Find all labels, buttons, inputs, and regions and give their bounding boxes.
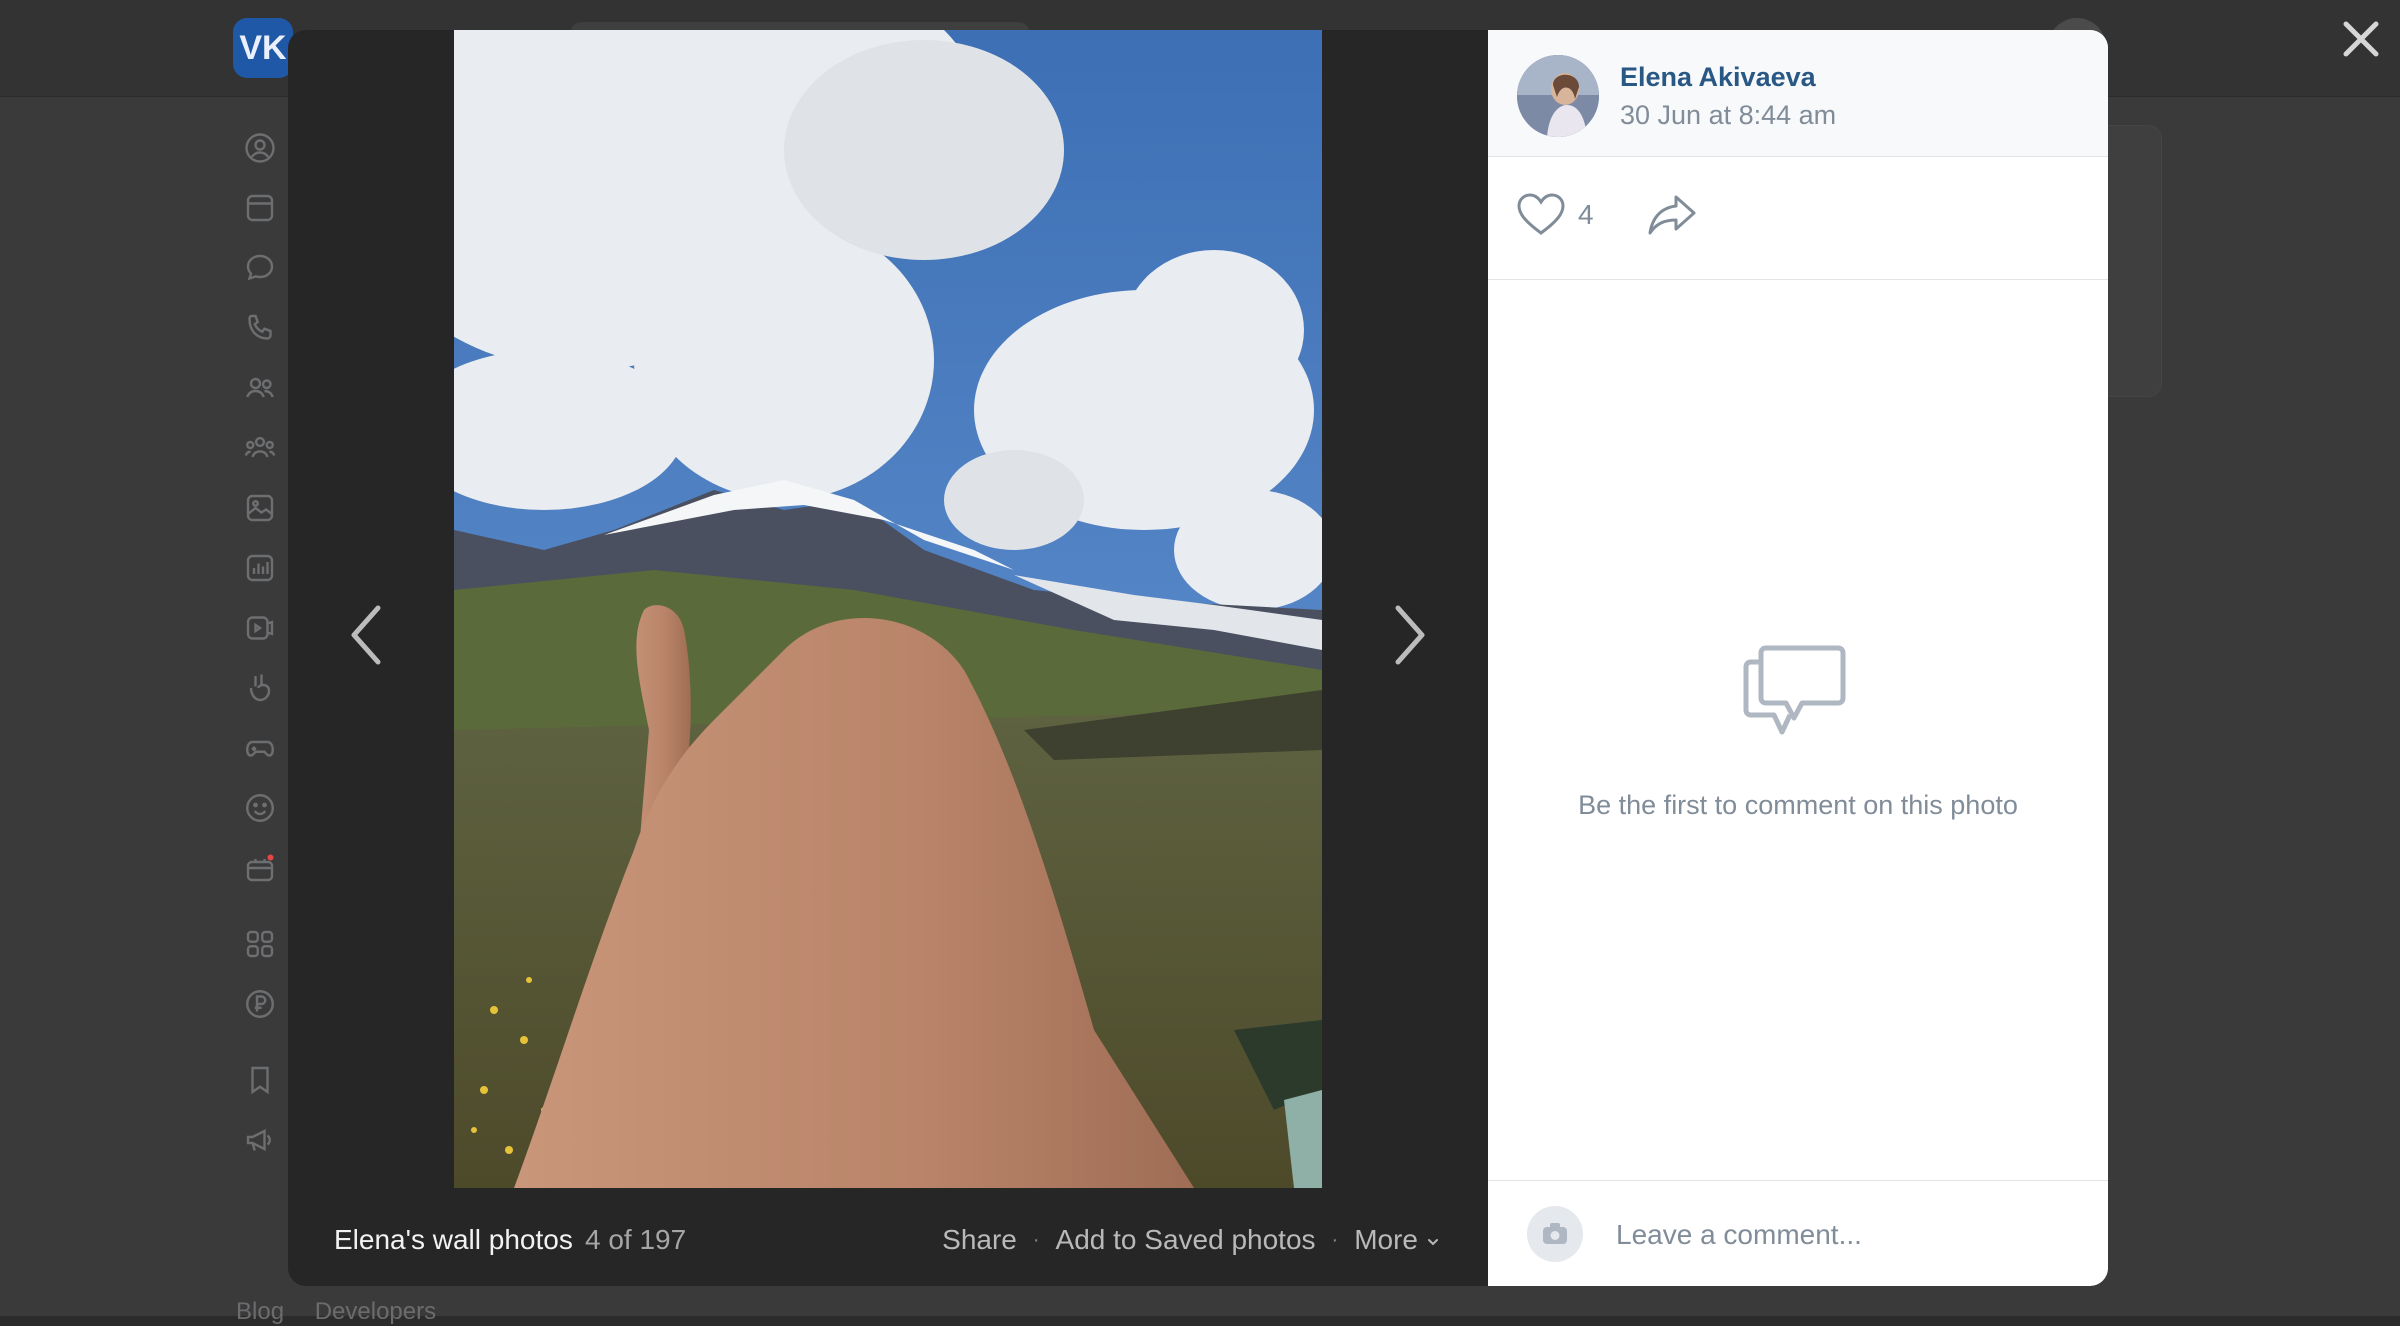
photo-counter: 4 of 197 [585, 1224, 687, 1255]
profile-icon [242, 130, 278, 166]
chevron-down-icon [1426, 1235, 1440, 1249]
post-date[interactable]: 30 Jun at 8:44 am [1620, 100, 1836, 131]
calls-icon [242, 310, 278, 346]
photos-icon [242, 490, 278, 526]
photo-viewer: Elena's wall photos 4 of 197 Share · Add… [288, 30, 2108, 1286]
close-viewer-button[interactable] [2336, 14, 2386, 64]
attach-photo-button[interactable] [1527, 1206, 1583, 1262]
more-label: More [1354, 1224, 1418, 1255]
photo-footer: Elena's wall photos 4 of 197 Share · Add… [288, 1188, 1488, 1286]
previous-photo-arrow[interactable] [338, 600, 398, 670]
like-count: 4 [1578, 199, 1594, 230]
video-icon [242, 610, 278, 646]
post-header: Elena Akivaeva 30 Jun at 8:44 am [1488, 30, 2108, 157]
news-icon [242, 190, 278, 226]
comment-bar [1488, 1180, 2108, 1286]
separator-dot: · [1331, 1228, 1339, 1251]
photo[interactable] [454, 30, 1322, 1188]
photo-side-panel: Elena Akivaeva 30 Jun at 8:44 am 4 Be th… [1488, 30, 2108, 1286]
gifts-icon [242, 850, 278, 886]
reactions-bar: 4 [1488, 157, 2108, 280]
footer-link-developers: Developers [314, 1298, 437, 1325]
services-icon [242, 926, 278, 962]
empty-comments-text: Be the first to comment on this photo [1578, 790, 2018, 820]
share-link[interactable]: Share [942, 1224, 1017, 1256]
separator-dot: · [1032, 1228, 1040, 1251]
music-icon [242, 550, 278, 586]
clips-icon [242, 670, 278, 706]
bookmarks-icon [242, 1062, 278, 1098]
like-button[interactable]: 4 [1516, 193, 1594, 237]
messages-icon [242, 250, 278, 286]
vk-logo: VK [233, 18, 293, 78]
author-avatar[interactable] [1517, 55, 1599, 137]
album-title[interactable]: Elena's wall photos [334, 1224, 573, 1256]
close-icon [2343, 21, 2379, 57]
payments-icon [242, 986, 278, 1022]
next-photo-arrow[interactable] [1378, 600, 1438, 670]
friends-icon [242, 370, 278, 406]
footer-link-blog: Blog [236, 1298, 285, 1325]
stickers-icon [242, 790, 278, 826]
left-nav [232, 130, 292, 1182]
photo-pane: Elena's wall photos 4 of 197 Share · Add… [288, 30, 1488, 1286]
share-button[interactable] [1646, 193, 1698, 239]
save-photo-link[interactable]: Add to Saved photos [1056, 1224, 1316, 1256]
camera-icon [1543, 1223, 1567, 1244]
comment-input[interactable] [1614, 1199, 2088, 1271]
photo-actions: Share · Add to Saved photos · More [942, 1224, 1440, 1256]
comments-empty-icon [1742, 644, 1848, 744]
heart-icon [1517, 193, 1565, 235]
ads-icon [242, 1122, 278, 1158]
communities-icon [242, 430, 278, 466]
more-menu[interactable]: More [1354, 1224, 1440, 1256]
share-arrow-icon [1648, 195, 1696, 235]
footer-links: Blog Developers [236, 1298, 460, 1326]
games-icon [242, 730, 278, 766]
author-name[interactable]: Elena Akivaeva [1620, 62, 1816, 93]
